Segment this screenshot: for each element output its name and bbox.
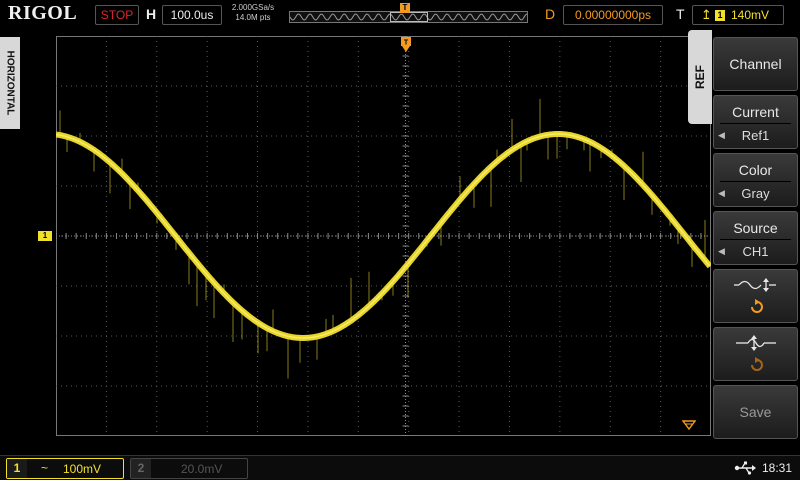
svg-text:T: T <box>404 40 409 47</box>
ref-tab-label: REF <box>693 65 707 89</box>
save-softkey[interactable]: Save <box>713 385 798 439</box>
recall-ref-softkey[interactable] <box>713 327 798 381</box>
save-to-ref-icon <box>734 278 776 313</box>
graticule <box>56 36 711 436</box>
top-status-bar: RIGOL STOP H 100.0us 2.000GSa/s 14.0M pt… <box>0 0 800 30</box>
horizontal-delay-value[interactable]: 0.00000000ps <box>563 5 663 25</box>
memory-depth: 14.0M pts <box>235 13 271 22</box>
recall-ref-icon <box>736 335 776 371</box>
ch2-vertical-scale: 20.0mV <box>181 462 223 476</box>
trigger-position-arrow-icon: T <box>401 37 411 52</box>
trigger-settings[interactable]: ↥ 1 140mV <box>692 5 784 25</box>
trigger-level-value: 140mV <box>731 8 770 22</box>
ch1-number: 1 <box>7 459 27 478</box>
rising-edge-icon: ↥ <box>701 7 712 22</box>
channel-softkey-label: Channel <box>729 56 782 72</box>
color-softkey[interactable]: Color ◀ Gray <box>713 153 798 207</box>
color-value: Gray <box>741 186 770 201</box>
softkey-divider <box>720 181 791 182</box>
ac-coupling-icon: ~ <box>41 461 49 475</box>
source-value: CH1 <box>742 244 769 259</box>
horizontal-menu-tab[interactable]: HORIZONTAL <box>0 37 20 129</box>
save-to-ref-softkey[interactable] <box>713 269 798 323</box>
horizontal-label: H <box>146 6 157 22</box>
save-softkey-label: Save <box>739 404 772 420</box>
ref-menu-tab[interactable]: REF <box>688 30 712 124</box>
usb-icon <box>734 461 756 475</box>
ch1-offset-marker[interactable]: 1 <box>38 231 52 241</box>
memory-view-window <box>390 12 428 22</box>
source-label: Source <box>733 220 778 236</box>
trigger-position-marker: T <box>400 3 410 13</box>
ch2-number: 2 <box>131 459 151 478</box>
ch1-vertical-scale: 100mV <box>63 462 102 476</box>
delay-label: D <box>545 6 556 22</box>
trigger-label: T <box>676 6 685 22</box>
ch2-settings[interactable]: 2 20.0mV <box>130 458 248 479</box>
waveform-display[interactable] <box>56 36 711 436</box>
acquisition-info: 2.000GSa/s 14.0M pts <box>229 3 277 23</box>
channel-softkey[interactable]: Channel <box>713 37 798 91</box>
timebase-value[interactable]: 100.0us <box>162 5 222 25</box>
softkey-divider <box>720 123 791 124</box>
bottom-status-bar: 1 ~ 100mV 2 20.0mV 18:31 <box>0 455 800 480</box>
color-label: Color <box>738 162 773 178</box>
current-ref-label: Current <box>732 104 779 120</box>
brand-logo: RIGOL <box>8 2 78 24</box>
current-ref-value: Ref1 <box>741 128 770 143</box>
trigger-level-arrow-icon <box>682 420 696 430</box>
horizontal-tab-label: HORIZONTAL <box>4 50 16 116</box>
current-ref-softkey[interactable]: Current ◀ Ref1 <box>713 95 798 149</box>
ch1-settings[interactable]: 1 ~ 100mV <box>6 458 124 479</box>
trigger-source-chip: 1 <box>715 10 725 21</box>
sample-rate: 2.000GSa/s <box>231 3 275 12</box>
softkey-divider <box>720 239 791 240</box>
source-softkey[interactable]: Source ◀ CH1 <box>713 211 798 265</box>
system-clock: 18:31 <box>762 461 793 475</box>
run-stop-status[interactable]: STOP <box>95 5 139 25</box>
